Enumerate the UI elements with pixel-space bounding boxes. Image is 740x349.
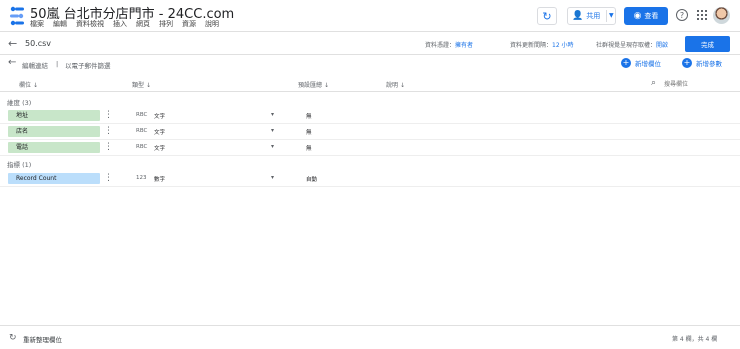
table-row: 店名 ⋮ RBC 文字 ▾ 無	[0, 125, 740, 140]
type-code: RBC	[136, 112, 148, 118]
view-button[interactable]: ◉ 查看	[624, 7, 668, 25]
community-value[interactable]: 開啟	[656, 42, 668, 49]
default-aggregation[interactable]: 無	[306, 144, 312, 152]
field-name-chip[interactable]: 地址	[8, 110, 100, 121]
field-name-chip[interactable]: 店名	[8, 126, 100, 137]
done-button[interactable]: 完成	[685, 36, 730, 52]
column-header-description[interactable]: 說明 ↓	[386, 80, 405, 89]
type-select[interactable]: 文字	[154, 144, 165, 152]
credentials-info[interactable]: 資料憑證：擁有者	[425, 40, 473, 49]
add-person-icon: 👤	[572, 11, 584, 21]
help-icon[interactable]: ?	[676, 9, 688, 21]
freshness-info[interactable]: 資料更新間隔：12 小時	[510, 40, 574, 49]
field-name-chip[interactable]: Record Count	[8, 173, 100, 184]
share-divider	[606, 10, 607, 22]
type-select[interactable]: 文字	[154, 128, 165, 136]
field-name-chip[interactable]: 電話	[8, 142, 100, 153]
credentials-label: 資料憑證：	[425, 42, 456, 49]
chevron-down-icon[interactable]: ▾	[271, 174, 274, 181]
arrow-down-icon: ↓	[399, 82, 405, 89]
edit-connection-link[interactable]: 編輯連結	[22, 60, 48, 70]
default-aggregation[interactable]: 自動	[306, 175, 317, 183]
add-field-button[interactable]: + 新增欄位	[621, 58, 661, 68]
chevron-down-icon[interactable]: ▼	[609, 12, 614, 19]
breadcrumb: ← 編輯連結 | 以電子郵件篩選 + 新增欄位 + 新增參數	[0, 56, 740, 74]
row-divider	[0, 123, 740, 124]
more-vert-icon[interactable]: ⋮	[104, 142, 113, 153]
field-table-header: 欄位 ↓ 類型 ↓ 預設匯總 ↓ 說明 ↓ ⌕	[0, 77, 740, 92]
chevron-down-icon[interactable]: ▾	[271, 127, 274, 134]
refresh-fields-button[interactable]: 重新整理欄位	[23, 334, 62, 344]
table-row: Record Count ⋮ 123 數字 ▾ 自動	[0, 172, 740, 187]
refresh-data-button[interactable]: ↻	[537, 7, 557, 25]
menu-insert[interactable]: 插入	[113, 19, 127, 29]
table-row: 地址 ⋮ RBC 文字 ▾ 無	[0, 109, 740, 124]
type-select[interactable]: 數字	[154, 175, 165, 183]
freshness-label: 資料更新間隔：	[510, 42, 553, 49]
refresh-icon[interactable]: ↻	[9, 333, 17, 343]
community-info[interactable]: 社群視覺呈現存取權：開啟	[596, 40, 668, 49]
menu-file[interactable]: 檔案	[30, 19, 44, 29]
arrow-down-icon: ↓	[32, 82, 38, 89]
plus-icon: +	[621, 58, 631, 68]
plus-icon: +	[682, 58, 692, 68]
menu-resources[interactable]: 資源	[182, 19, 196, 29]
row-divider	[0, 139, 740, 140]
data-studio-logo-icon	[10, 6, 24, 26]
more-vert-icon[interactable]: ⋮	[104, 126, 113, 137]
default-aggregation[interactable]: 無	[306, 112, 312, 120]
menu-bar: 檔案 編輯 資料檢視 插入 網頁 排列 資源 說明	[30, 19, 219, 29]
more-vert-icon[interactable]: ⋮	[104, 173, 113, 184]
arrow-down-icon: ↓	[323, 82, 329, 89]
table-row: 電話 ⋮ RBC 文字 ▾ 無	[0, 141, 740, 156]
share-label: 共用	[586, 12, 601, 20]
share-button[interactable]: 👤 共用 ▼	[567, 7, 616, 25]
type-code: 123	[136, 175, 147, 181]
search-icon: ⌕	[651, 78, 657, 88]
menu-help[interactable]: 說明	[205, 19, 219, 29]
top-bar: 50嵐 台北市分店門市 - 24CC.com 檔案 編輯 資料檢視 插入 網頁 …	[0, 0, 740, 32]
chevron-down-icon[interactable]: ▾	[271, 111, 274, 118]
datasource-bar: ← 50.csv 資料憑證：擁有者 資料更新間隔：12 小時 社群視覺呈現存取權…	[0, 33, 740, 55]
filter-by-email-link[interactable]: 以電子郵件篩選	[65, 60, 111, 70]
back-arrow-icon[interactable]: ←	[8, 37, 17, 50]
default-aggregation[interactable]: 無	[306, 128, 312, 136]
breadcrumb-separator: |	[56, 60, 59, 68]
metrics-group-label: 指標 (1)	[7, 161, 32, 169]
chevron-down-icon[interactable]: ▾	[271, 143, 274, 150]
add-parameter-label: 新增參數	[696, 60, 722, 68]
view-label: 查看	[644, 12, 659, 20]
back-arrow-icon[interactable]: ←	[8, 57, 16, 68]
avatar[interactable]	[713, 7, 730, 24]
eye-icon: ◉	[633, 11, 642, 21]
menu-arrange[interactable]: 排列	[159, 19, 173, 29]
row-divider	[0, 186, 740, 187]
more-vert-icon[interactable]: ⋮	[104, 110, 113, 121]
apps-grid-icon[interactable]	[697, 10, 707, 20]
refresh-icon: ↻	[542, 9, 552, 23]
dimensions-group-label: 維度 (3)	[7, 99, 32, 107]
row-divider	[0, 155, 740, 156]
type-code: RBC	[136, 128, 148, 134]
field-count: 第 4 欄，共 4 欄	[672, 336, 718, 343]
credentials-value[interactable]: 擁有者	[455, 42, 473, 49]
datasource-name[interactable]: 50.csv	[25, 39, 51, 48]
footer: ↻ 重新整理欄位 第 4 欄，共 4 欄	[0, 325, 740, 349]
column-header-default-aggregation[interactable]: 預設匯總 ↓	[298, 80, 329, 89]
add-parameter-button[interactable]: + 新增參數	[682, 58, 722, 68]
search-fields-input[interactable]	[664, 79, 730, 89]
community-label: 社群視覺呈現存取權：	[596, 42, 657, 49]
column-header-type[interactable]: 類型 ↓	[132, 80, 151, 89]
freshness-value[interactable]: 12 小時	[552, 42, 574, 49]
type-code: RBC	[136, 144, 148, 150]
menu-edit[interactable]: 編輯	[53, 19, 67, 29]
menu-data-view[interactable]: 資料檢視	[76, 19, 104, 29]
column-header-field[interactable]: 欄位 ↓	[19, 80, 38, 89]
add-field-label: 新增欄位	[635, 60, 661, 68]
menu-page[interactable]: 網頁	[136, 19, 150, 29]
type-select[interactable]: 文字	[154, 112, 165, 120]
arrow-down-icon: ↓	[145, 82, 151, 89]
